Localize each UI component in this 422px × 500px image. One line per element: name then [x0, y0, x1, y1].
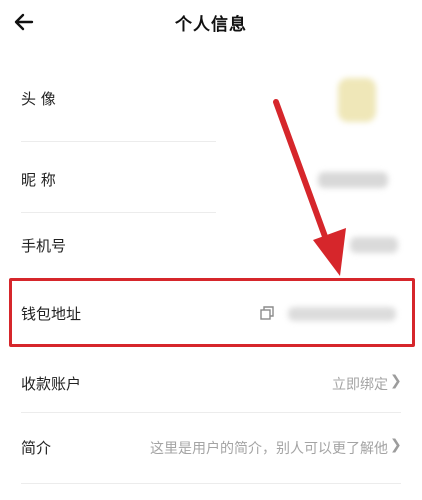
divider: [21, 483, 401, 484]
chevron-right-icon: ❯: [390, 373, 402, 389]
payment-account-row[interactable]: 收款账户 立即绑定 ❯: [0, 352, 422, 412]
page-title: 个人信息: [175, 15, 247, 35]
bio-row[interactable]: 简介 这里是用户的简介，别人可以更了解他 ❯: [0, 413, 422, 473]
chevron-right-icon: ❯: [390, 437, 402, 453]
top-bar: 个人信息: [0, 0, 422, 44]
phone-value: [350, 237, 398, 253]
bio-value: 这里是用户的简介，别人可以更了解他: [150, 441, 388, 457]
avatar-row[interactable]: 头 像: [0, 60, 422, 140]
payment-account-label: 收款账户: [21, 375, 82, 393]
highlight-box: [9, 278, 415, 347]
avatar-label: 头 像: [21, 90, 56, 108]
bind-now-link[interactable]: 立即绑定: [332, 374, 388, 394]
phone-row[interactable]: 手机号: [0, 213, 422, 275]
avatar[interactable]: [338, 78, 376, 122]
phone-label: 手机号: [21, 237, 67, 255]
nickname-value: [318, 172, 388, 188]
bio-label: 简介: [21, 439, 52, 457]
nickname-row[interactable]: 昵 称: [0, 142, 422, 212]
nickname-label: 昵 称: [21, 171, 56, 189]
